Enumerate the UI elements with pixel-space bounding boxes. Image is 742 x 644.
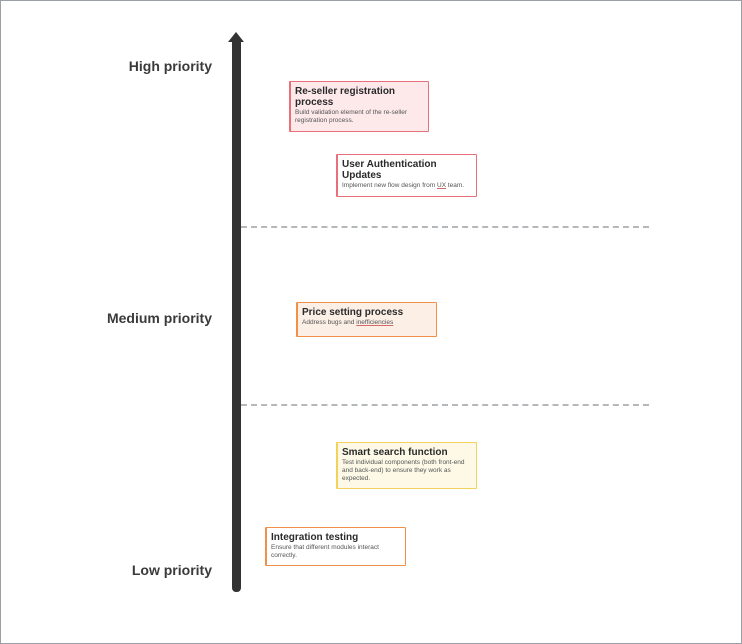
description-text: Address bugs and bbox=[302, 319, 357, 326]
description-text: Implement new flow design from bbox=[342, 182, 438, 189]
high-priority-label: High priority bbox=[128, 58, 212, 74]
card-title: Integration testing bbox=[271, 532, 359, 543]
card-description: Test individual components (both front-e… bbox=[342, 459, 465, 482]
card-title: Price setting process bbox=[302, 307, 404, 318]
divider-high-medium bbox=[241, 226, 649, 228]
card-price-setting[interactable]: Price setting process Address bugs and i… bbox=[296, 302, 437, 337]
card-smart-search[interactable]: Smart search function Test individual co… bbox=[336, 442, 477, 489]
card-description: Build validation element of the re-selle… bbox=[295, 109, 408, 124]
divider-medium-low bbox=[241, 404, 649, 406]
card-title: Re-seller registration process bbox=[295, 86, 396, 108]
card-description: Ensure that different modules interact c… bbox=[271, 544, 379, 559]
card-title: Smart search function bbox=[342, 447, 448, 458]
card-title: User Authentication Updates bbox=[342, 159, 437, 181]
low-priority-label: Low priority bbox=[131, 562, 212, 578]
card-description: Implement new flow design from UX team. bbox=[342, 182, 472, 190]
description-underlined: UX bbox=[437, 182, 447, 189]
description-underlined: inefficiencies bbox=[356, 319, 394, 326]
card-reseller-registration[interactable]: Re-seller registration process Build val… bbox=[289, 81, 429, 132]
priority-axis bbox=[232, 40, 241, 592]
card-description: Address bugs and inefficiencies bbox=[302, 319, 432, 327]
description-text: team. bbox=[446, 182, 465, 189]
medium-priority-label: Medium priority bbox=[106, 310, 212, 326]
card-integration-testing[interactable]: Integration testing Ensure that differen… bbox=[265, 527, 406, 566]
card-user-authentication[interactable]: User Authentication Updates Implement ne… bbox=[336, 154, 477, 197]
